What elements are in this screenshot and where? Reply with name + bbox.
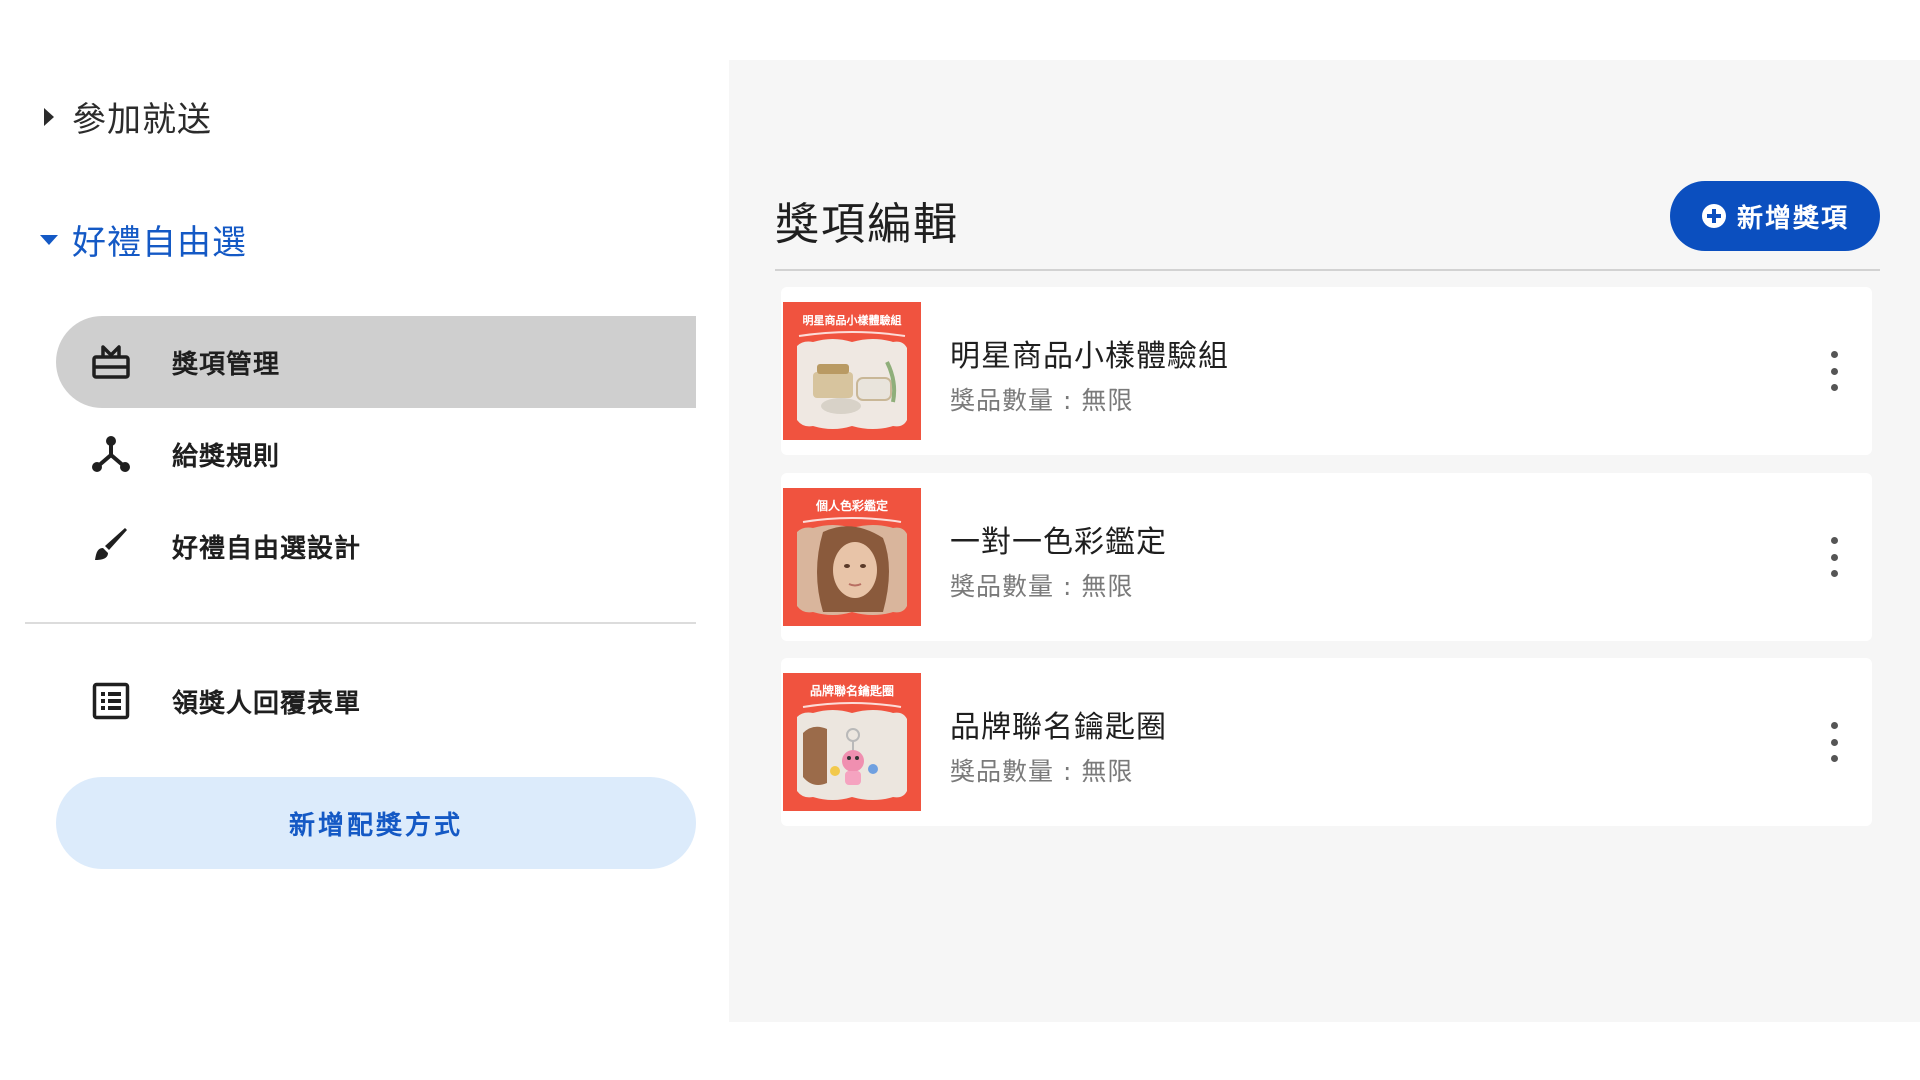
prize-name: 明星商品小樣體驗組 xyxy=(950,339,1229,374)
brush-icon xyxy=(86,521,136,571)
sidebar-item-winner-response-form[interactable]: 領獎人回覆表單 xyxy=(56,655,696,747)
sidebar-item-label: 好禮自由選設計 xyxy=(172,533,362,564)
sidebar-item-award-rules[interactable]: 給獎規則 xyxy=(56,408,696,500)
gift-icon xyxy=(86,337,136,387)
thumbnail-caption: 品牌聯名鑰匙圈 xyxy=(810,683,894,698)
more-options-icon[interactable] xyxy=(1825,351,1843,391)
prize-card[interactable]: 明星商品小樣體驗組 明星商品小樣體驗組 獎品數量 : 無限 xyxy=(781,287,1872,455)
prize-card[interactable]: 個人色彩鑑定 一對一色彩鑑定 獎品數量 : 無限 xyxy=(781,473,1872,641)
sidebar-item-label: 領獎人回覆表單 xyxy=(172,688,362,719)
prize-thumbnail: 明星商品小樣體驗組 xyxy=(783,302,921,440)
thumbnail-caption: 明星商品小樣體驗組 xyxy=(803,313,902,327)
prize-thumbnail: 品牌聯名鑰匙圈 xyxy=(783,673,921,811)
add-award-method-button[interactable]: 新增配獎方式 xyxy=(56,777,696,869)
section-toggle-free-choice-gift[interactable]: 好禮自由選 xyxy=(38,215,247,264)
add-prize-button[interactable]: 新增獎項 xyxy=(1670,181,1880,251)
prize-quantity: 獎品數量 : 無限 xyxy=(950,386,1134,415)
plus-circle-icon xyxy=(1701,203,1727,229)
thumbnail-caption: 個人色彩鑑定 xyxy=(815,498,888,513)
sidebar-item-label: 獎項管理 xyxy=(172,349,281,380)
prize-name: 一對一色彩鑑定 xyxy=(950,525,1167,560)
section-toggle-gift-on-join[interactable]: 參加就送 xyxy=(38,92,212,141)
prize-quantity: 獎品數量 : 無限 xyxy=(950,572,1134,601)
more-options-icon[interactable] xyxy=(1825,537,1843,577)
prize-name: 品牌聯名鑰匙圈 xyxy=(950,710,1167,745)
title-divider xyxy=(775,269,1880,271)
prize-editor-panel: 獎項編輯 新增獎項 明星商品小樣體驗組 明星商品小樣體驗組 獎品數量: 無限 … xyxy=(729,60,1920,1022)
page-title: 獎項編輯 xyxy=(775,199,959,250)
sidebar-divider xyxy=(25,622,696,624)
sidebar-item-label: 給獎規則 xyxy=(172,441,281,472)
section-label: 好禮自由選 xyxy=(72,223,247,263)
more-options-icon[interactable] xyxy=(1825,722,1843,762)
caret-down-icon xyxy=(38,229,60,251)
add-prize-label: 新增獎項 xyxy=(1736,203,1849,234)
prize-card[interactable]: 品牌聯名鑰匙圈 品牌聯名鑰匙圈 獎品數量 : 無限 xyxy=(781,658,1872,826)
branch-icon xyxy=(86,429,136,479)
prize-quantity: 獎品數量 : 無限 xyxy=(950,757,1134,786)
sidebar-item-free-choice-design[interactable]: 好禮自由選設計 xyxy=(56,500,696,592)
form-list-icon xyxy=(86,676,136,726)
prize-thumbnail: 個人色彩鑑定 xyxy=(783,488,921,626)
sidebar: 參加就送 好禮自由選 獎項管理 給獎規則 好禮自由選設計 領獎人回覆表單 新增配… xyxy=(0,0,729,1080)
sidebar-item-prize-management[interactable]: 獎項管理 xyxy=(56,316,696,408)
section-label: 參加就送 xyxy=(72,100,212,140)
caret-right-icon xyxy=(38,106,60,128)
